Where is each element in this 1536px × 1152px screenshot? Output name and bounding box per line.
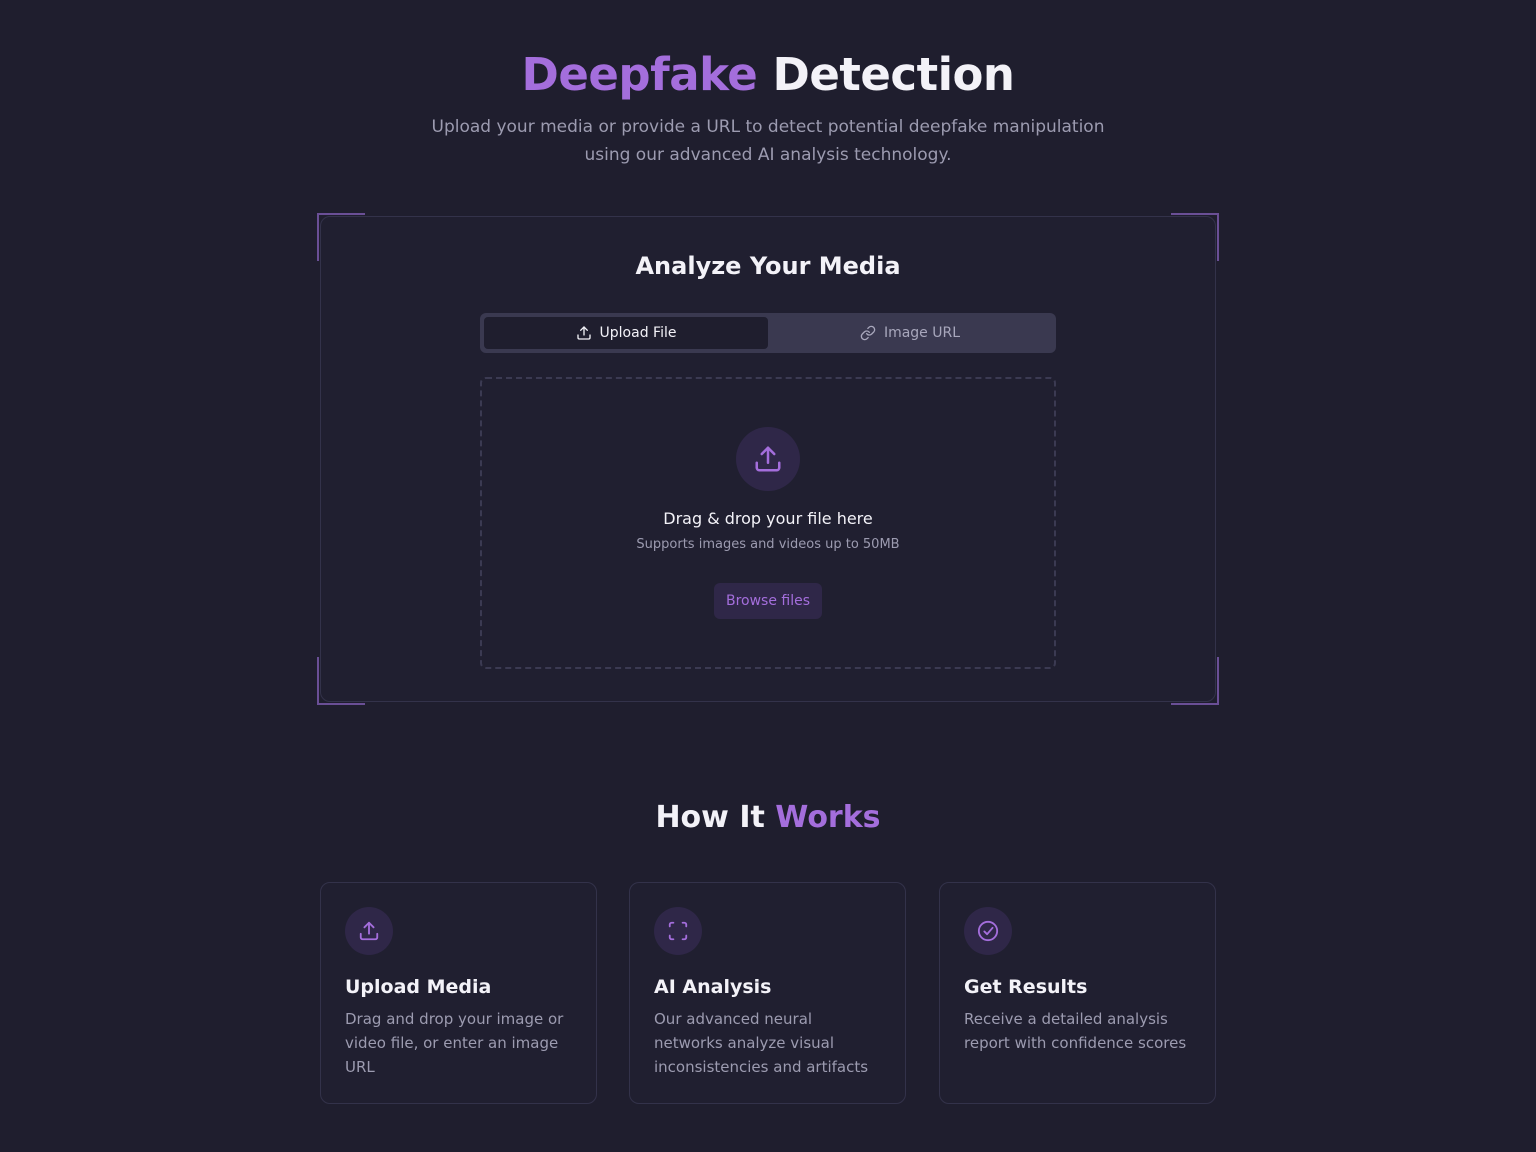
upload-icon [359, 921, 379, 941]
step-card-results: Get Results Receive a detailed analysis … [939, 882, 1216, 1104]
step-description: Receive a detailed analysis report with … [964, 1010, 1187, 1052]
dropzone-subtitle: Supports images and videos up to 50MB [636, 537, 900, 552]
tab-upload-file-label: Upload File [599, 325, 677, 341]
dropzone-icon-circle [736, 427, 800, 491]
upload-icon [755, 446, 781, 472]
step-description: Our advanced neural networks analyze vis… [654, 1010, 869, 1076]
how-title-rest: How It [655, 800, 765, 835]
title-accent: Deepfake [521, 48, 758, 101]
corner-bracket-bottom-right [1171, 657, 1219, 705]
corner-bracket-bottom-left [317, 657, 365, 705]
input-mode-tabs: Upload File Image URL [480, 313, 1056, 353]
check-circle-icon [977, 920, 999, 942]
step-description: Drag and drop your image or video file, … [345, 1010, 564, 1076]
step-icon-circle [345, 907, 393, 955]
upload-icon [576, 326, 591, 340]
step-title: Upload Media [345, 976, 492, 998]
analyze-title: Analyze Your Media [635, 252, 901, 280]
step-card-upload: Upload Media Drag and drop your image or… [320, 882, 597, 1104]
step-title: Get Results [964, 976, 1088, 998]
tab-image-url[interactable]: Image URL [768, 317, 1052, 349]
how-it-works-title: How It Works [0, 798, 1536, 838]
title-rest: Detection [772, 48, 1015, 101]
step-icon-circle [654, 907, 702, 955]
step-icon-circle [964, 907, 1012, 955]
tab-upload-file[interactable]: Upload File [484, 317, 768, 349]
tab-image-url-label: Image URL [883, 325, 961, 341]
page-subtitle: Upload your media or provide a URL to de… [431, 117, 1105, 165]
page-title: Deepfake Detection [0, 46, 1536, 104]
step-title: AI Analysis [654, 976, 772, 998]
browse-files-button[interactable]: Browse files [714, 583, 822, 619]
link-icon [860, 325, 876, 341]
how-title-accent: Works [775, 800, 881, 835]
step-card-analysis: AI Analysis Our advanced neural networks… [629, 882, 906, 1104]
dropzone-title: Drag & drop your file here [663, 509, 873, 528]
scan-icon [668, 921, 688, 941]
page: Deepfake Detection Upload your media or … [0, 0, 1536, 1152]
